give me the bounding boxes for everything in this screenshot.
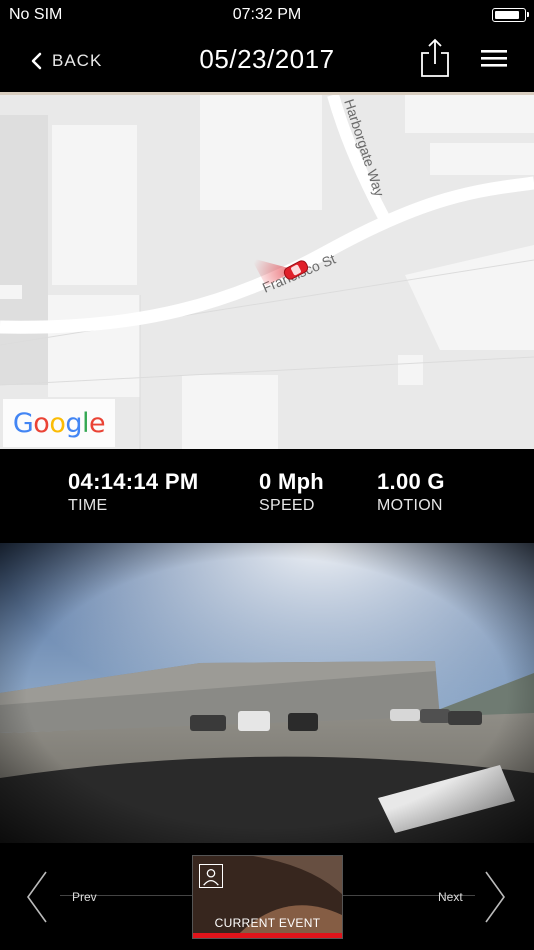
prev-label: Prev	[72, 890, 97, 904]
google-wordmark: Google	[12, 407, 106, 439]
current-event-label: CURRENT EVENT	[214, 916, 321, 930]
time-value: 04:14:14 PM	[68, 469, 199, 494]
battery-icon	[492, 8, 529, 22]
hamburger-menu-icon	[481, 50, 507, 67]
next-label: Next	[438, 890, 463, 904]
dashcam-video[interactable]	[0, 543, 534, 843]
chevron-right-icon	[485, 871, 505, 923]
map-canvas: Harborgate Way Francisco St	[0, 95, 534, 449]
map-building	[0, 115, 48, 385]
share-button[interactable]	[418, 38, 452, 78]
google-logo: Google	[3, 399, 115, 447]
status-bar: No SIM 07:32 PM	[0, 0, 534, 30]
telemetry-panel: 04:14:14 PM TIME 0 Mph SPEED 1.00 G MOTI…	[0, 449, 534, 543]
nav-bar: BACK 05/23/2017	[0, 30, 534, 92]
prev-event-button[interactable]: Prev	[24, 869, 104, 925]
map-building	[405, 95, 534, 133]
map-building	[182, 375, 278, 449]
motion-label: MOTION	[377, 497, 443, 514]
current-event-thumbnail[interactable]: CURRENT EVENT	[192, 855, 343, 939]
motion-stat: 1.00 G MOTION	[377, 469, 445, 515]
back-button[interactable]: BACK	[30, 48, 102, 74]
map-building	[200, 95, 322, 210]
share-icon	[421, 38, 449, 77]
battery-level	[495, 11, 519, 19]
dashcam-frame	[0, 543, 534, 843]
status-clock: 07:32 PM	[232, 6, 302, 23]
speed-value: 0 Mph	[259, 469, 325, 494]
menu-button[interactable]	[478, 48, 510, 72]
map-view[interactable]: Harborgate Way Francisco St Google	[0, 92, 534, 449]
speed-stat: 0 Mph SPEED	[259, 469, 324, 515]
chevron-left-icon	[31, 52, 42, 70]
event-navigator: Prev CURRENT EVENT Next	[0, 843, 534, 950]
back-label: BACK	[52, 51, 103, 70]
person-icon	[199, 864, 223, 888]
speed-label: SPEED	[259, 497, 315, 514]
motion-value: 1.00 G	[377, 469, 445, 494]
time-stat: 04:14:14 PM TIME	[68, 469, 198, 515]
next-event-button[interactable]: Next	[430, 869, 512, 925]
map-building	[52, 125, 137, 285]
chevron-left-icon	[27, 871, 47, 923]
map-building	[398, 355, 423, 385]
map-building	[0, 285, 22, 299]
time-label: TIME	[68, 497, 108, 514]
current-event-indicator	[193, 933, 342, 938]
map-building	[430, 143, 534, 175]
